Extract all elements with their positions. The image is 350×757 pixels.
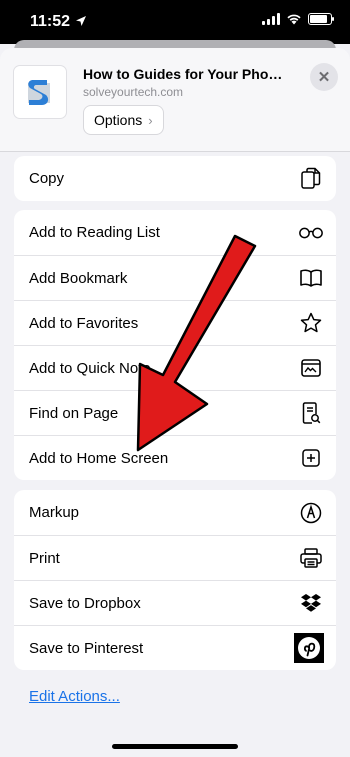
battery-icon [308,13,334,25]
action-group-extensions: Markup Print Save to Dropbox Save to Pin… [14,490,336,670]
cellular-signal-icon [262,13,280,25]
plus-square-icon [298,445,324,471]
home-indicator [112,744,238,749]
action-label: Add to Favorites [29,314,139,332]
location-icon [76,16,86,26]
options-label: Options [94,112,143,128]
action-label: Save to Pinterest [29,639,144,657]
star-icon [298,310,324,336]
action-label: Print [29,549,60,567]
find-on-page-icon [298,400,324,426]
action-save-to-pinterest[interactable]: Save to Pinterest [14,625,336,670]
action-group-copy: Copy [14,156,336,201]
status-time: 11:52 [30,13,71,30]
action-markup[interactable]: Markup [14,490,336,535]
dropbox-icon [298,590,324,616]
action-add-to-quick-note[interactable]: Add to Quick Note [14,345,336,390]
action-add-to-reading-list[interactable]: Add to Reading List [14,210,336,255]
printer-icon [298,545,324,571]
options-button[interactable]: Options › [83,105,164,135]
action-add-bookmark[interactable]: Add Bookmark [14,255,336,300]
action-print[interactable]: Print [14,535,336,580]
action-label: Add to Quick Note [29,359,151,377]
copy-icon [298,166,324,192]
action-copy[interactable]: Copy [14,156,336,201]
book-icon [298,265,324,291]
action-group-page: Add to Reading List Add Bookmark Add to … [14,210,336,480]
action-label: Add Bookmark [29,269,128,287]
action-label: Find on Page [29,404,119,422]
chevron-right-icon: › [148,112,153,128]
markup-icon [298,500,324,526]
edit-actions-link[interactable]: Edit Actions... [29,688,120,705]
share-sheet-header: How to Guides for Your Phon... solveyour… [0,48,350,152]
action-label: Copy [29,170,65,187]
share-sheet: How to Guides for Your Phon... solveyour… [0,48,350,757]
pinterest-icon [294,633,324,663]
action-label: Markup [29,504,80,521]
action-add-to-favorites[interactable]: Add to Favorites [14,300,336,345]
site-logo-icon [14,66,66,118]
action-label: Save to Dropbox [29,594,141,612]
action-save-to-dropbox[interactable]: Save to Dropbox [14,580,336,625]
glasses-icon [298,220,324,246]
page-url: solveyourtech.com [83,85,184,99]
status-bar: 11:52 [0,0,350,44]
quick-note-icon [298,355,324,381]
close-button[interactable]: ✕ [310,63,338,91]
action-label: Add to Home Screen [29,449,169,467]
status-indicators [262,13,334,25]
action-label: Add to Reading List [29,224,160,241]
page-title: How to Guides for Your Phon... [83,66,283,82]
wifi-icon [287,14,301,25]
action-find-on-page[interactable]: Find on Page [14,390,336,435]
close-icon: ✕ [317,69,331,86]
action-add-to-home-screen[interactable]: Add to Home Screen [14,435,336,480]
